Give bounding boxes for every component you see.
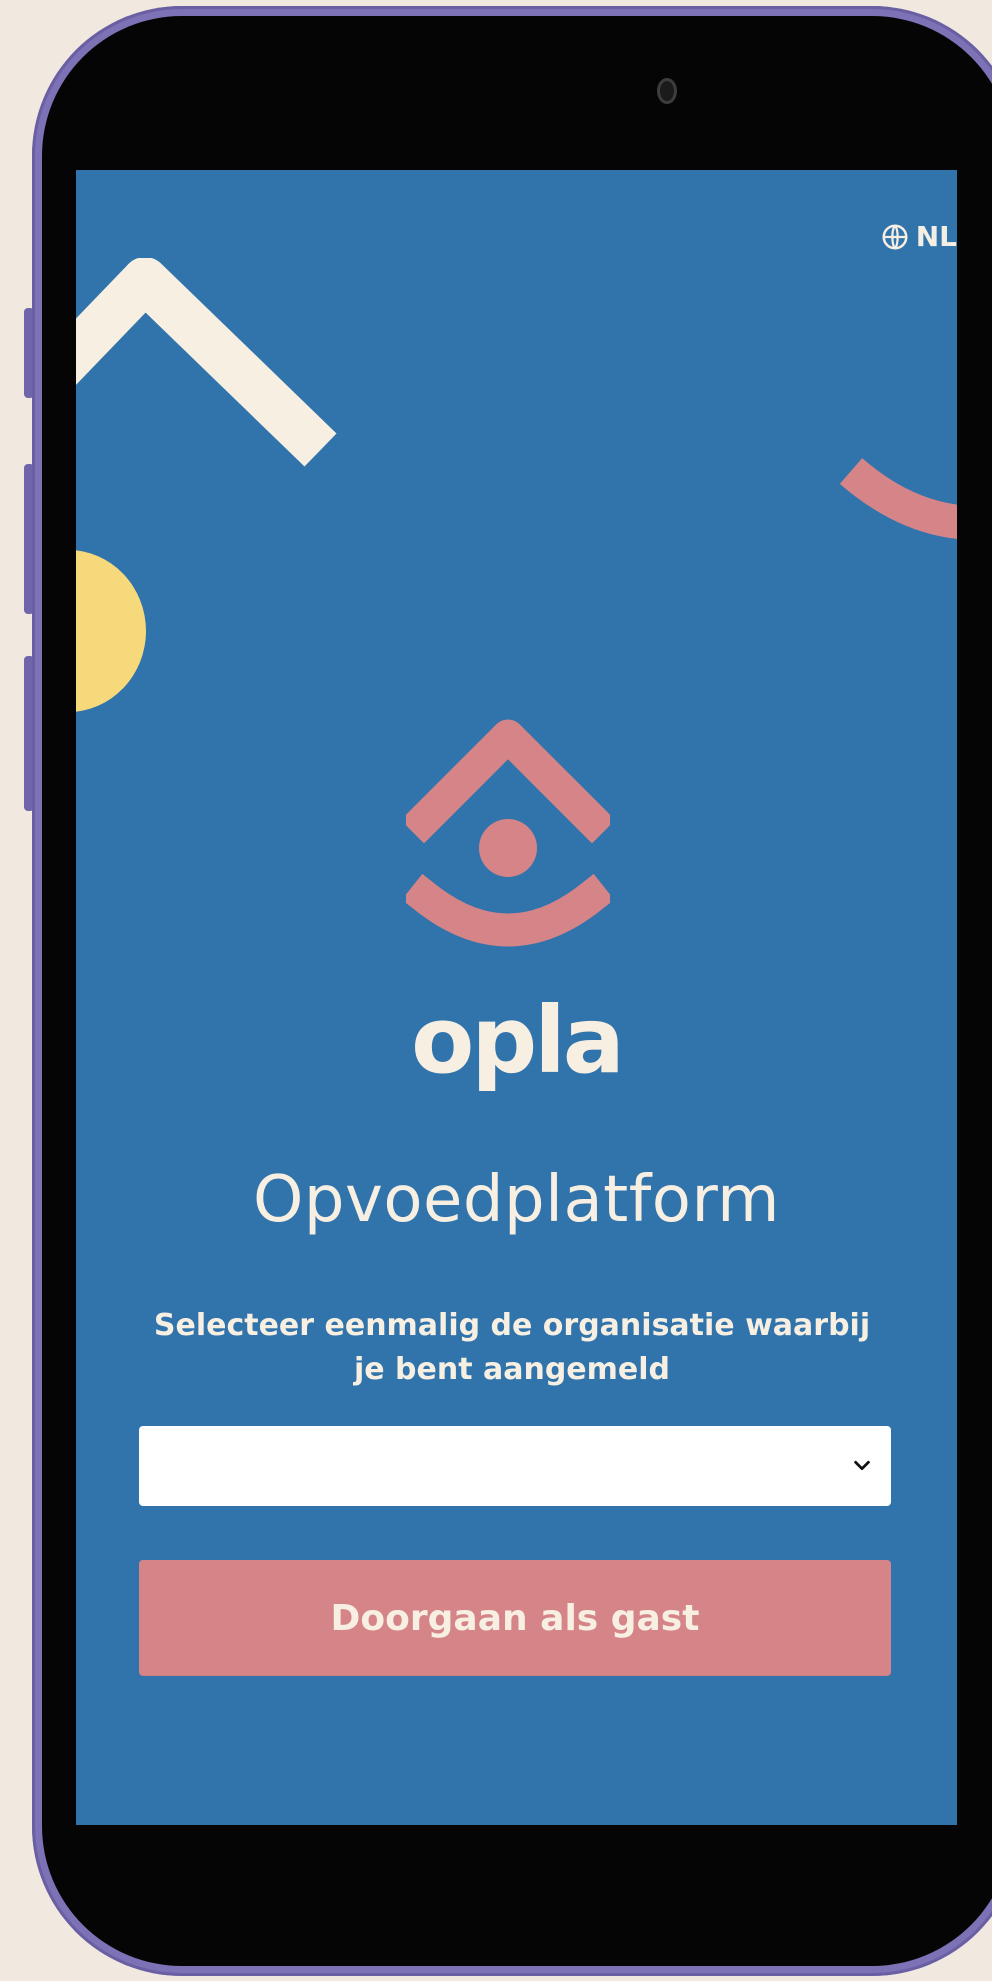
globe-icon xyxy=(882,224,908,250)
organization-select[interactable] xyxy=(139,1426,891,1506)
front-camera xyxy=(657,78,677,104)
page-title: Opvoedplatform xyxy=(253,1163,780,1237)
brand-wordmark: opla xyxy=(411,987,625,1094)
opla-logo-mark xyxy=(406,714,610,959)
device-mockup: NL opla Opvoedplatform Selecteer eenmali… xyxy=(0,0,992,1981)
language-code: NL xyxy=(915,220,957,253)
organization-dropdown[interactable] xyxy=(139,1426,891,1506)
organization-instruction: Selecteer eenmalig de organisatie waarbi… xyxy=(132,1304,892,1391)
continue-as-guest-button[interactable]: Doorgaan als gast xyxy=(139,1560,891,1676)
decorative-half-circle xyxy=(76,550,146,712)
instruction-line: Selecteer eenmalig de organisatie waarbi… xyxy=(153,1308,871,1343)
language-switcher[interactable]: NL xyxy=(880,222,957,252)
decorative-chevron xyxy=(76,258,337,467)
instruction-line: je bent aangemeld xyxy=(353,1351,671,1387)
opla-house-icon xyxy=(406,719,610,947)
app-screen: NL opla Opvoedplatform Selecteer eenmali… xyxy=(76,170,957,1825)
decorative-arc xyxy=(839,458,957,539)
